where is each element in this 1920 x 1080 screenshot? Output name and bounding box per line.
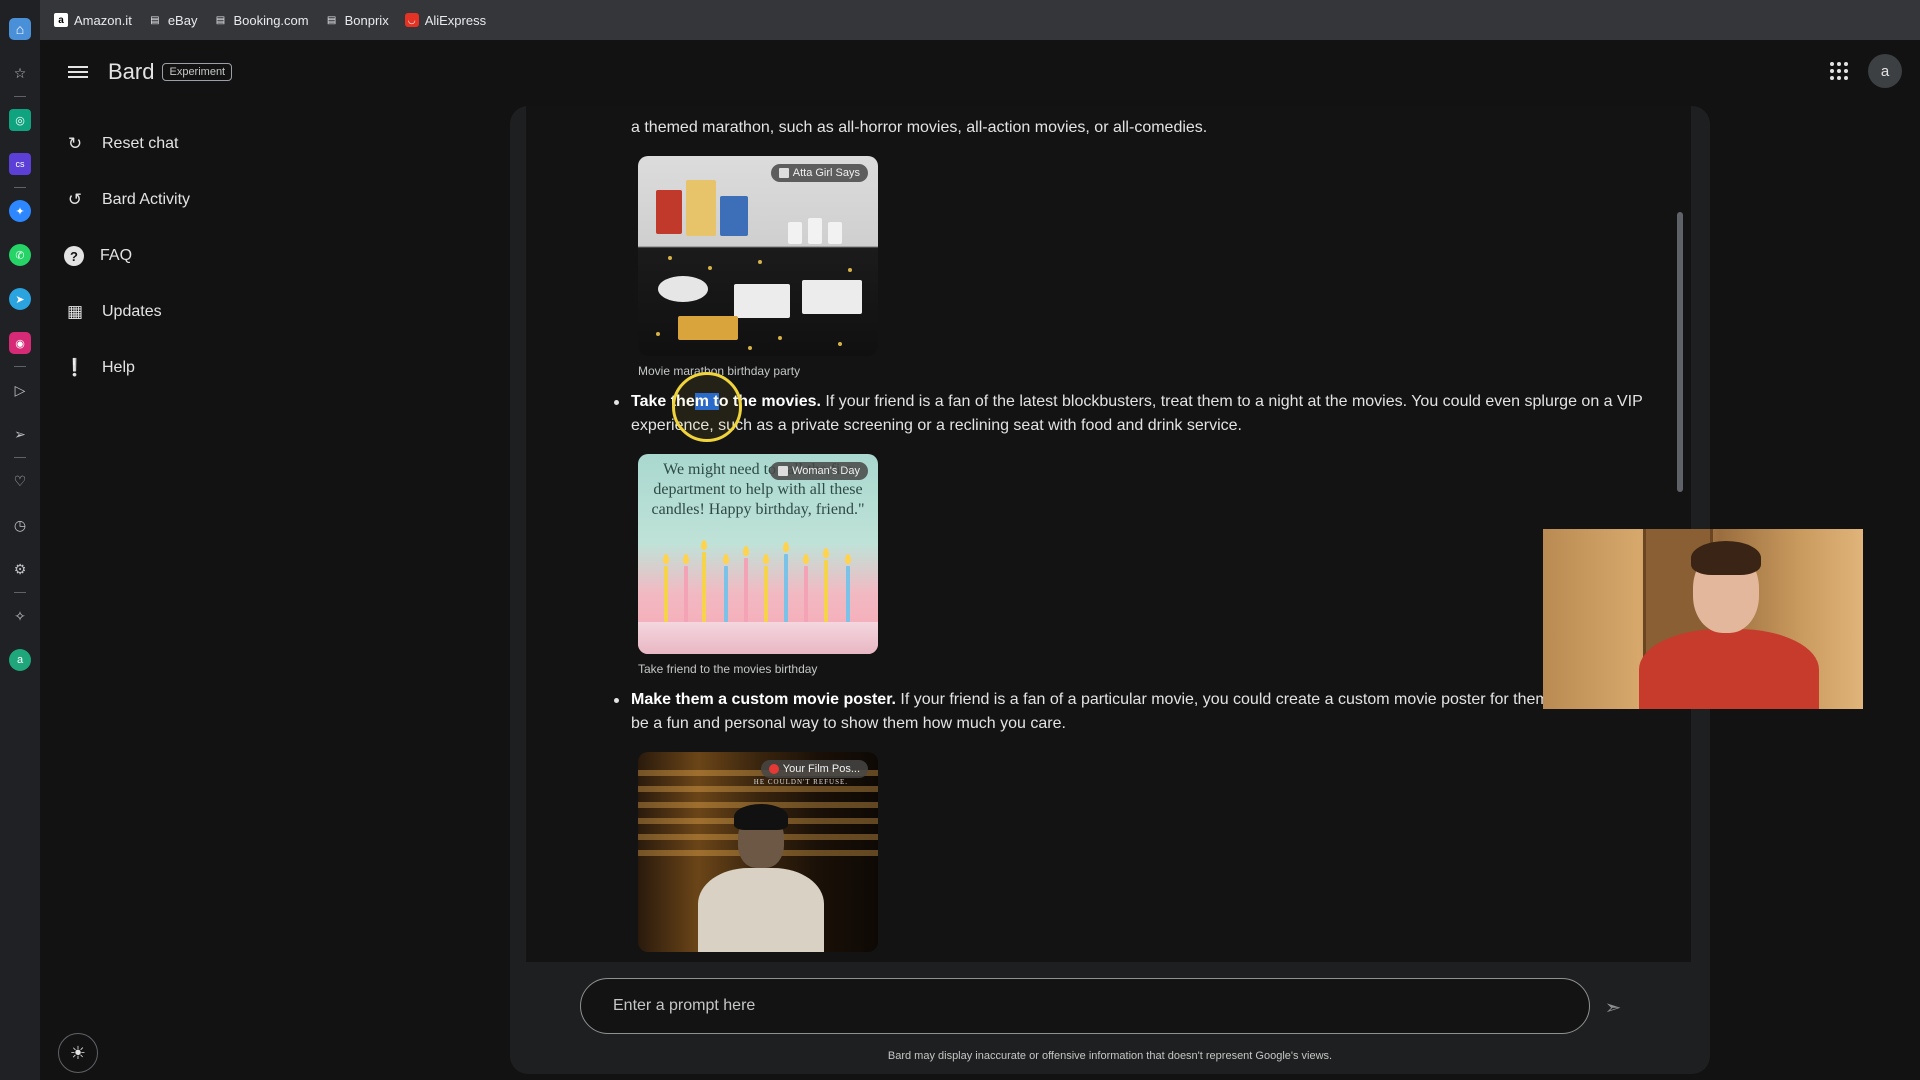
source-chip[interactable]: Atta Girl Says bbox=[770, 164, 868, 182]
theme-toggle-button[interactable]: ☀ bbox=[58, 1033, 98, 1073]
page-icon: ▤ bbox=[150, 14, 160, 26]
home-icon[interactable]: ⌂ bbox=[9, 18, 31, 40]
send-icon[interactable]: ➢ bbox=[9, 423, 31, 445]
response-text: experience, such as a private screening … bbox=[631, 417, 1242, 434]
bullet bbox=[614, 698, 619, 703]
sidebar-nav: ↻ Reset chat ↺ Bard Activity ? FAQ ▦ Upd… bbox=[40, 116, 460, 396]
movie-marathon-image[interactable]: Atta Girl Says bbox=[638, 156, 878, 356]
browser-side-rail: ⌂ ☆ ◎ cs ✦ ✆ ➤ ◉ ▷ ➢ ♡ ◷ ⚙ ✧ a bbox=[0, 0, 40, 1080]
bookmark-label: Bonprix bbox=[344, 12, 389, 28]
send-icon[interactable]: ➣ bbox=[1600, 994, 1626, 1020]
bookmarks-bar: a Amazon.it ▤ eBay ▤ Booking.com ▤ Bonprix ◡ AliE… bbox=[40, 0, 1920, 40]
page-icon: ▤ bbox=[326, 14, 337, 26]
body-text: If your friend is a fan of the latest bl… bbox=[820, 393, 1643, 410]
source-favicon-icon bbox=[778, 168, 789, 178]
sidebar-item-label: Updates bbox=[102, 303, 162, 320]
bullet bbox=[614, 400, 619, 405]
clock-icon[interactable]: ◷ bbox=[9, 514, 31, 536]
player-icon[interactable]: ▷ bbox=[9, 379, 31, 401]
source-label: Atta Girl Says bbox=[792, 167, 860, 179]
webcam-overlay bbox=[1543, 529, 1863, 709]
bookmark-item[interactable]: a Amazon.it bbox=[54, 13, 132, 28]
disclaimer: Bard may display inaccurate or offensive… bbox=[887, 1050, 1333, 1062]
telegram-icon[interactable]: ➤ bbox=[9, 288, 31, 310]
source-chip[interactable]: Your Film Pos... bbox=[760, 760, 868, 778]
bookmark-item[interactable]: ▤ eBay bbox=[148, 12, 198, 28]
prompt-input[interactable] bbox=[613, 997, 1513, 1015]
instagram-icon[interactable]: ◉ bbox=[9, 332, 31, 354]
image-caption: Movie marathon birthday party bbox=[638, 364, 801, 378]
rail-divider bbox=[14, 187, 26, 188]
chat-panel: a themed marathon, such as all-horror mo… bbox=[510, 106, 1710, 1074]
chatgpt-icon[interactable]: ◎ bbox=[9, 109, 31, 131]
response-text: Take them to the movies. If your friend … bbox=[631, 390, 1681, 414]
feedback-icon: ❕ bbox=[64, 358, 86, 377]
lightbulb-icon[interactable]: ✧ bbox=[9, 605, 31, 627]
aliexpress-icon: ◡ bbox=[404, 13, 419, 27]
source-chip[interactable]: Woman's Day bbox=[770, 462, 868, 480]
source-favicon-icon bbox=[778, 466, 789, 476]
sidebar-item-updates[interactable]: ▦ Updates bbox=[40, 284, 460, 340]
sidebar-item-label: Reset chat bbox=[102, 135, 179, 152]
whatsapp-icon[interactable]: ✆ bbox=[9, 244, 31, 266]
source-label: Your Film Pos... bbox=[782, 763, 860, 775]
bold-text: Make them a custom movie poster. bbox=[631, 691, 896, 708]
favorites-icon[interactable]: ☆ bbox=[9, 62, 31, 84]
rail-divider bbox=[14, 592, 26, 593]
response-text: Make them a custom movie poster. If your… bbox=[631, 688, 1681, 712]
avatar[interactable]: a bbox=[1868, 54, 1902, 88]
menu-icon[interactable] bbox=[66, 60, 90, 84]
poster-text: HE COULDN'T REFUSE. bbox=[753, 778, 848, 786]
settings-icon[interactable]: ⚙ bbox=[9, 558, 31, 580]
sidebar-item-label: FAQ bbox=[100, 247, 133, 264]
extension-a-icon[interactable]: a bbox=[9, 649, 31, 671]
response-area[interactable]: a themed marathon, such as all-horror mo… bbox=[526, 106, 1691, 962]
sidebar-item-help[interactable]: ❕ Help bbox=[40, 340, 460, 396]
sidebar-item-faq[interactable]: ? FAQ bbox=[40, 228, 460, 284]
rail-divider bbox=[14, 457, 26, 458]
bookmark-label: AliExpress bbox=[424, 12, 487, 28]
image-caption: Take friend to the movies birthday bbox=[638, 662, 818, 676]
heart-icon[interactable]: ♡ bbox=[9, 470, 31, 492]
app-cs-icon[interactable]: cs bbox=[9, 153, 31, 175]
sun-icon: ☀ bbox=[69, 1042, 87, 1063]
source-label: Woman's Day bbox=[792, 465, 860, 477]
page-icon: ▤ bbox=[215, 14, 226, 26]
amazon-icon: a bbox=[54, 13, 68, 27]
google-apps-icon[interactable] bbox=[1828, 60, 1850, 82]
response-text: a themed marathon, such as all-horror mo… bbox=[631, 119, 1208, 136]
bookmark-item[interactable]: ▤ Bonprix bbox=[325, 13, 389, 28]
bookmark-item[interactable]: ◡ AliExpress bbox=[404, 12, 487, 28]
experiment-badge: Experiment bbox=[162, 63, 233, 81]
history-icon: ↺ bbox=[67, 190, 83, 209]
movie-poster-image[interactable]: HE COULDN'T REFUSE. Your Film Pos... bbox=[638, 752, 878, 952]
reset-icon: ↻ bbox=[67, 134, 83, 153]
bard-header: Bard Experiment a bbox=[40, 40, 1920, 104]
bookmark-label: eBay bbox=[167, 12, 198, 28]
rail-divider bbox=[14, 96, 26, 97]
birthday-candles-image[interactable]: We might need to call the fire departmen… bbox=[638, 454, 878, 654]
bookmark-label: Amazon.it bbox=[74, 12, 132, 28]
prompt-bar bbox=[580, 978, 1590, 1034]
messenger-icon[interactable]: ✦ bbox=[9, 200, 31, 222]
bold-text: Take the bbox=[631, 393, 695, 410]
bookmark-label: Booking.com bbox=[233, 12, 309, 28]
selected-text: m t bbox=[694, 393, 719, 410]
bookmark-item[interactable]: ▤ Booking.com bbox=[213, 12, 309, 28]
sidebar-item-reset-chat[interactable]: ↻ Reset chat bbox=[40, 116, 460, 172]
source-favicon-icon bbox=[768, 764, 779, 774]
question-icon: ? bbox=[64, 246, 84, 266]
body-text: If your friend is a fan of a particular … bbox=[895, 691, 1549, 708]
response-text: be a fun and personal way to show them h… bbox=[631, 715, 1066, 732]
sidebar-item-bard-activity[interactable]: ↺ Bard Activity bbox=[40, 172, 460, 228]
bold-text: o the movies. bbox=[718, 393, 821, 410]
scrollbar[interactable] bbox=[1677, 212, 1683, 492]
sidebar-item-label: Bard Activity bbox=[102, 191, 191, 208]
brand-title[interactable]: Bard bbox=[108, 59, 154, 85]
rail-divider bbox=[14, 366, 26, 367]
sidebar-item-label: Help bbox=[102, 359, 135, 376]
calendar-icon: ▦ bbox=[66, 302, 84, 321]
